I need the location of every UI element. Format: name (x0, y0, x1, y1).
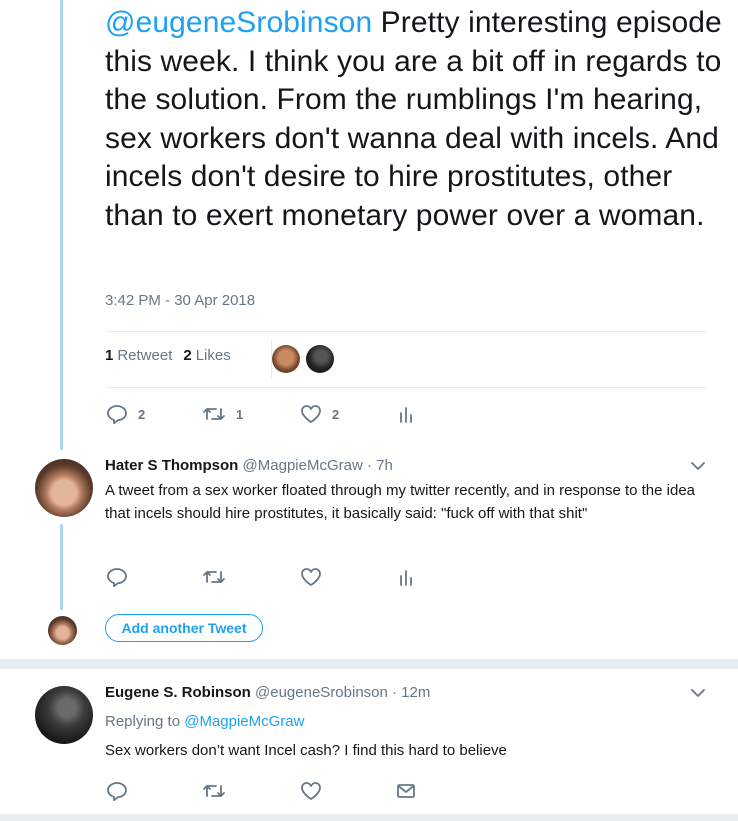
thread-line-mid (60, 524, 63, 610)
thread-line-top (60, 0, 63, 450)
reply1-text: A tweet from a sex worker floated throug… (105, 482, 696, 522)
heart-icon (301, 782, 321, 800)
chevron-down-icon (691, 462, 705, 470)
reply2-text: Sex workers don’t want Incel cash? I fin… (105, 742, 507, 759)
reply1-time[interactable]: · 7h (367, 457, 393, 474)
reply2-header: Eugene S. Robinson @eugeneSrobinson · 12… (105, 684, 430, 701)
retweets-count: 1 (105, 347, 114, 364)
reply2-like-action[interactable] (300, 781, 322, 801)
main-reply-count: 2 (138, 406, 146, 422)
liker-avatar-2[interactable] (306, 345, 334, 373)
main-retweet-count: 1 (236, 406, 244, 422)
main-tweet-body: Pretty interesting episode this week. I … (105, 6, 722, 232)
section-separator (0, 659, 738, 669)
reply2-more-button[interactable] (690, 686, 706, 705)
main-tweet-timestamp[interactable]: 3:42 PM - 30 Apr 2018 (105, 292, 255, 309)
reply-icon (107, 405, 127, 424)
reply1-reply-action[interactable] (106, 567, 128, 587)
replying-to-mention[interactable]: @MagpieMcGraw (184, 713, 304, 730)
replying-prefix: Replying to (105, 713, 185, 730)
reply1-analytics-action[interactable] (398, 567, 414, 587)
bottom-border (0, 814, 738, 821)
add-another-tweet-button[interactable]: Add another Tweet (105, 614, 263, 642)
reply-icon (107, 568, 127, 587)
reply1-retweet-action[interactable] (202, 567, 226, 587)
divider-bottom (105, 387, 706, 388)
main-retweet-action[interactable]: 1 (202, 404, 243, 424)
retweet-icon (203, 571, 225, 583)
likes-stat[interactable]: 2 Likes (183, 347, 230, 364)
main-tweet-text: @eugeneSrobinson Pretty interesting epis… (105, 4, 725, 236)
engagement-stats: 1 Retweet 2 Likes (105, 347, 242, 364)
chevron-down-icon (691, 689, 705, 697)
reply2-avatar[interactable] (35, 686, 93, 744)
liker-avatar-1[interactable] (272, 345, 300, 373)
main-analytics-action[interactable] (398, 404, 414, 424)
reply2-handle[interactable]: @eugeneSrobinson (255, 684, 388, 701)
divider-top (105, 331, 706, 332)
reply2-time[interactable]: · 12m (392, 684, 430, 701)
composer-avatar (48, 616, 77, 645)
reply2-dm-action[interactable] (396, 781, 416, 801)
likes-count: 2 (183, 347, 192, 364)
retweets-stat[interactable]: 1 Retweet (105, 347, 172, 364)
main-tweet-mention[interactable]: @eugeneSrobinson (105, 6, 372, 39)
retweet-icon (203, 785, 225, 797)
heart-icon (301, 568, 321, 586)
reply2-reply-action[interactable] (106, 781, 128, 801)
envelope-icon (397, 784, 415, 798)
main-like-count: 2 (332, 406, 340, 422)
retweets-label: Retweet (117, 347, 173, 364)
reply1-name[interactable]: Hater S Thompson (105, 457, 238, 474)
reply1-more-button[interactable] (690, 459, 706, 478)
reply1-header: Hater S Thompson @MagpieMcGraw · 7h (105, 457, 393, 474)
main-like-action[interactable]: 2 (300, 404, 339, 424)
reply1-avatar[interactable] (35, 459, 93, 517)
reply1-handle[interactable]: @MagpieMcGraw (243, 457, 363, 474)
analytics-icon (400, 407, 412, 423)
reply2-replying-to: Replying to @MagpieMcGraw (105, 713, 304, 730)
main-reply-action[interactable]: 2 (106, 404, 145, 424)
reply2-retweet-action[interactable] (202, 781, 226, 801)
heart-icon (301, 405, 321, 423)
retweet-icon (203, 408, 225, 420)
reply2-name[interactable]: Eugene S. Robinson (105, 684, 251, 701)
reply1-like-action[interactable] (300, 567, 322, 587)
analytics-icon (400, 570, 412, 586)
reply-icon (107, 782, 127, 801)
likes-label: Likes (195, 347, 231, 364)
